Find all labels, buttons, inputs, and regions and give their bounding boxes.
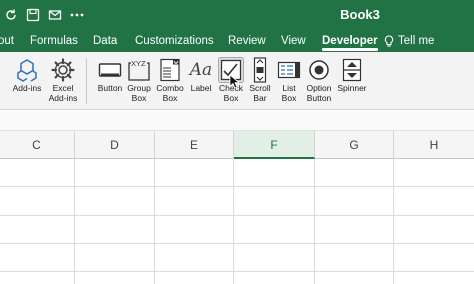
list-box-label: List Box [281, 83, 297, 103]
button-control-label: Button [97, 83, 123, 93]
column-header-e[interactable]: E [155, 131, 234, 159]
tab-developer[interactable]: Developer [322, 30, 378, 52]
button-control-button[interactable]: Button [95, 56, 125, 94]
tab-layout[interactable]: out [0, 30, 14, 52]
developer-ribbon: Add-ins Excel Add-ins Button XYZ Group B… [0, 52, 474, 110]
column-header-g[interactable]: G [315, 131, 394, 159]
column-header-c[interactable]: C [0, 131, 75, 159]
excel-add-ins-button[interactable]: Excel Add-ins [44, 56, 82, 103]
tell-me-label: Tell me [398, 35, 435, 47]
tab-view[interactable]: View [281, 30, 306, 52]
group-box-icon: XYZ [127, 56, 151, 84]
option-button-button[interactable]: Option Button [303, 56, 335, 103]
grid-line [154, 159, 155, 284]
grid-line [0, 271, 474, 272]
window-title: Book3 [340, 7, 380, 22]
add-ins-label: Add-ins [12, 83, 42, 93]
group-box-icon-text: XYZ [131, 59, 146, 68]
ribbon-tabs: out Formulas Data Customizations Review … [0, 30, 474, 52]
spinner-button[interactable]: Spinner [336, 56, 368, 94]
grid-line [233, 159, 234, 284]
column-header-h[interactable]: H [394, 131, 474, 159]
label-control-label: Label [190, 83, 212, 93]
combo-box-icon [159, 56, 181, 84]
tab-formulas[interactable]: Formulas [30, 30, 78, 52]
lightbulb-icon [384, 34, 394, 47]
gear-icon [50, 56, 76, 84]
label-control-icon-text: Aa [189, 60, 213, 80]
tab-data[interactable]: Data [93, 30, 117, 52]
group-box-label: Group Box [127, 83, 151, 103]
grid-line [0, 243, 474, 244]
title-bar: Book3 [0, 0, 474, 30]
refresh-icon[interactable] [0, 0, 22, 30]
list-box-icon [277, 56, 301, 84]
formula-bar-area [0, 111, 474, 131]
column-header-f[interactable]: F [234, 131, 315, 159]
option-button-icon [308, 56, 330, 84]
grid-line [0, 186, 474, 187]
tab-review[interactable]: Review [228, 30, 266, 52]
label-control-icon: Aa [190, 56, 212, 84]
add-ins-icon [14, 56, 40, 84]
combo-box-label: Combo Box [156, 83, 184, 103]
more-icon[interactable] [66, 0, 88, 30]
label-control-button[interactable]: Aa Label [187, 56, 215, 94]
send-icon[interactable] [44, 0, 66, 30]
grid-line [74, 159, 75, 284]
option-button-label: Option Button [306, 83, 332, 103]
tab-customizations[interactable]: Customizations [135, 30, 214, 52]
list-box-button[interactable]: List Box [275, 56, 303, 103]
cell-grid[interactable] [0, 159, 474, 284]
scroll-bar-label: Scroll Bar [249, 83, 271, 103]
grid-line [314, 159, 315, 284]
tell-me[interactable]: Tell me [384, 30, 434, 52]
ribbon-separator [86, 58, 87, 104]
grid-line [393, 159, 394, 284]
grid-line [0, 215, 474, 216]
scroll-bar-icon [253, 56, 267, 84]
save-icon[interactable] [22, 0, 44, 30]
excel-add-ins-label: Excel Add-ins [48, 83, 78, 103]
group-box-button[interactable]: XYZ Group Box [125, 56, 153, 103]
mouse-cursor-icon [229, 74, 239, 89]
scroll-bar-button[interactable]: Scroll Bar [246, 56, 274, 103]
button-control-icon [98, 56, 122, 84]
column-header-d[interactable]: D [75, 131, 155, 159]
add-ins-button[interactable]: Add-ins [10, 56, 44, 94]
spinner-label: Spinner [337, 83, 367, 93]
spinner-icon [342, 56, 362, 84]
combo-box-button[interactable]: Combo Box [155, 56, 185, 103]
